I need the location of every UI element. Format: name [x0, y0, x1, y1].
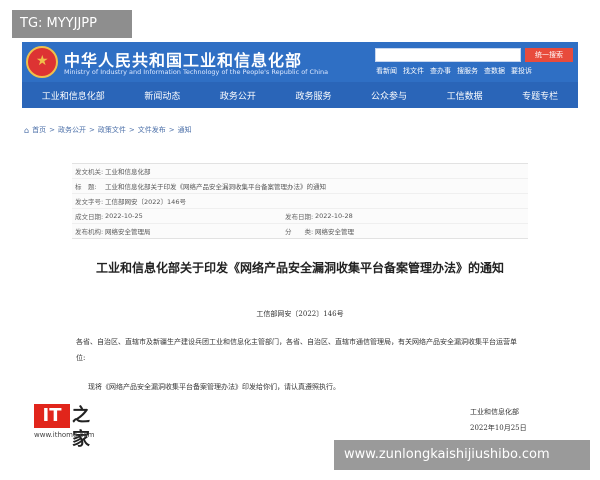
meta-value: 网络安全管理局: [105, 228, 151, 236]
national-emblem-icon: [26, 46, 58, 78]
meta-row: 标 题: 工业和信息化部关于印发《网络产品安全漏洞收集平台备案管理办法》的通知: [72, 179, 528, 194]
search-button[interactable]: 统一搜索: [525, 48, 573, 62]
meta-row: 成文日期: 2022-10-25 发布日期: 2022-10-28: [72, 209, 528, 224]
document-metadata-table: 发文机关: 工业和信息化部 标 题: 工业和信息化部关于印发《网络产品安全漏洞收…: [72, 163, 528, 239]
breadcrumb-home[interactable]: 首页: [32, 125, 46, 135]
meta-row: 发布机构: 网络安全管理局 分 类: 网络安全管理: [72, 224, 528, 238]
main-nav: 工业和信息化部 新闻动态 政务公开 政务服务 公众参与 工信数据 专题专栏: [22, 82, 578, 108]
breadcrumb-gov-affairs[interactable]: 政务公开: [58, 125, 86, 135]
meta-label: 发布日期:: [285, 213, 314, 221]
breadcrumb-separator: >: [88, 126, 95, 134]
ithome-badge-icon: IT: [34, 404, 70, 428]
breadcrumb-file-release[interactable]: 文件发布: [138, 125, 166, 135]
quick-link-news[interactable]: 看新闻: [376, 66, 397, 76]
document-number: 工信部网安〔2022〕146号: [256, 310, 344, 318]
signature-date: 2022年10月25日: [470, 424, 527, 432]
site-watermark: www.zunlongkaishijiushibo.com: [334, 440, 590, 470]
meta-label: 发文字号:: [75, 198, 104, 206]
meta-row: 发文机关: 工业和信息化部: [72, 164, 528, 179]
nav-gov-services[interactable]: 政务服务: [295, 89, 331, 102]
breadcrumb-separator: >: [49, 126, 55, 134]
nav-news[interactable]: 新闻动态: [144, 89, 180, 102]
quick-link-data[interactable]: 查数据: [484, 66, 505, 76]
meta-value: 工信部网安〔2022〕146号: [105, 198, 186, 206]
quick-link-services[interactable]: 查办事: [430, 66, 451, 76]
meta-label: 成文日期:: [75, 213, 104, 221]
ithome-mark: 之家: [72, 405, 90, 450]
search-input[interactable]: [375, 48, 521, 62]
nav-home[interactable]: 工业和信息化部: [42, 89, 105, 102]
meta-row: 发文字号: 工信部网安〔2022〕146号: [72, 194, 528, 209]
breadcrumb: ⌂ 首页 > 政务公开 > 政策文件 > 文件发布 > 通知: [24, 125, 192, 135]
quick-link-complaint[interactable]: 要投诉: [511, 66, 532, 76]
nav-gov-affairs[interactable]: 政务公开: [220, 89, 256, 102]
nav-public-participation[interactable]: 公众参与: [371, 89, 407, 102]
nav-special-topics[interactable]: 专题专栏: [522, 89, 558, 102]
document-title: 工业和信息化部关于印发《网络产品安全漏洞收集平台备案管理办法》的通知: [95, 261, 504, 275]
meta-value: 2022-10-28: [315, 212, 353, 220]
signature-org: 工业和信息化部: [470, 408, 519, 416]
breadcrumb-separator: >: [168, 126, 175, 134]
breadcrumb-policy-files[interactable]: 政策文件: [98, 125, 126, 135]
breadcrumb-notice[interactable]: 通知: [178, 125, 192, 135]
document-paragraph: 现将《网络产品安全漏洞收集平台备案管理办法》印发给你们，请认真遵照执行。: [88, 383, 340, 391]
ithome-url: www.ithome.com: [34, 431, 95, 439]
quick-link-search-services[interactable]: 搜服务: [457, 66, 478, 76]
meta-label: 发布机构:: [75, 228, 104, 236]
site-header: 中华人民共和国工业和信息化部 Ministry of Industry and …: [22, 42, 578, 82]
meta-value: 2022-10-25: [105, 212, 143, 220]
document-paragraph: 各省、自治区、直辖市及新疆生产建设兵团工业和信息化主管部门，各省、自治区、直辖市…: [76, 338, 517, 362]
tg-watermark: TG: MYYJJPP: [12, 10, 132, 38]
meta-label: 标 题:: [75, 183, 97, 191]
home-icon: ⌂: [24, 125, 30, 135]
breadcrumb-separator: >: [128, 126, 135, 134]
quick-link-files[interactable]: 找文件: [403, 66, 424, 76]
site-subtitle: Ministry of Industry and Information Tec…: [64, 68, 329, 76]
meta-value: 工业和信息化部: [105, 168, 151, 176]
quick-links: 看新闻 找文件 查办事 搜服务 查数据 要投诉: [376, 66, 576, 76]
meta-label: 发文机关:: [75, 168, 104, 176]
document-signature: 工业和信息化部 2022年10月25日: [470, 404, 527, 436]
meta-value: 网络安全管理: [315, 228, 354, 236]
meta-value: 工业和信息化部关于印发《网络产品安全漏洞收集平台备案管理办法》的通知: [105, 183, 326, 191]
meta-label: 分 类:: [285, 228, 314, 236]
nav-data[interactable]: 工信数据: [447, 89, 483, 102]
